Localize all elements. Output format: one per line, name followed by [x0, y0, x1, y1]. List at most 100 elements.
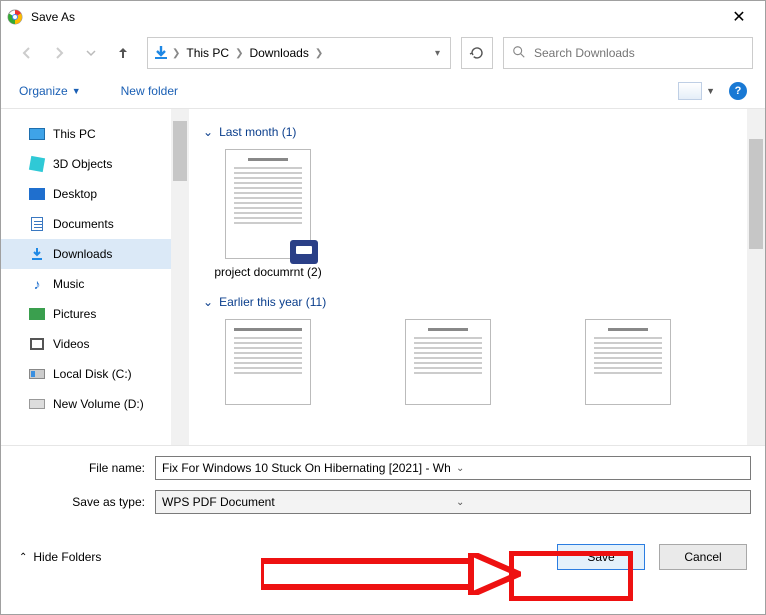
scrollbar-thumb[interactable] [749, 139, 763, 249]
view-mode-icon [678, 82, 702, 100]
chevron-down-icon: ⌄ [203, 295, 213, 309]
sidebar-item-label: Desktop [53, 187, 97, 201]
pictures-icon [29, 306, 45, 322]
new-folder-button[interactable]: New folder [121, 84, 178, 98]
title-bar: Save As ✕ [1, 1, 765, 33]
save-label: Save [587, 550, 614, 564]
save-button[interactable]: Save [557, 544, 645, 570]
save-as-type-field[interactable]: WPS PDF Document ⌄ [155, 490, 751, 514]
chevron-right-icon[interactable]: ❯ [172, 48, 180, 59]
sidebar-scrollbar[interactable] [171, 109, 189, 445]
help-button[interactable]: ? [729, 82, 747, 100]
sidebar-item-this-pc[interactable]: This PC [1, 119, 171, 149]
file-tile[interactable] [383, 319, 513, 411]
pc-icon [29, 126, 45, 142]
breadcrumb-dropdown-icon[interactable]: ▾ [429, 48, 446, 59]
chevron-down-icon: ▼ [706, 86, 715, 96]
group-earlier-this-year[interactable]: ⌄ Earlier this year (11) [203, 295, 733, 309]
organize-menu[interactable]: Organize ▼ [19, 84, 81, 98]
breadcrumb-this-pc[interactable]: This PC [180, 46, 235, 60]
search-icon [512, 45, 526, 62]
file-name-field[interactable]: Fix For Windows 10 Stuck On Hibernating … [155, 456, 751, 480]
nav-row: ❯ This PC ❯ Downloads ❯ ▾ [1, 33, 765, 73]
sidebar-item-label: 3D Objects [53, 157, 112, 171]
chevron-up-icon: ⌃ [19, 552, 27, 563]
up-button[interactable] [109, 39, 137, 67]
videos-icon [29, 336, 45, 352]
wps-badge-icon [290, 240, 318, 264]
sidebar-item-3d-objects[interactable]: 3D Objects [1, 149, 171, 179]
sidebar-item-local-disk[interactable]: Local Disk (C:) [1, 359, 171, 389]
file-name-value: Fix For Windows 10 Stuck On Hibernating … [162, 461, 450, 475]
forward-button[interactable] [45, 39, 73, 67]
sidebar-item-documents[interactable]: Documents [1, 209, 171, 239]
file-thumbnail [585, 319, 671, 405]
chevron-down-icon[interactable]: ⌄ [450, 497, 744, 508]
refresh-button[interactable] [461, 37, 493, 69]
chevron-right-icon[interactable]: ❯ [235, 48, 243, 59]
back-button[interactable] [13, 39, 41, 67]
save-as-type-value: WPS PDF Document [162, 495, 450, 509]
save-as-type-label: Save as type: [15, 495, 155, 509]
footer: ⌃ Hide Folders Save Cancel [1, 524, 765, 590]
file-tile[interactable] [203, 319, 333, 411]
sidebar-item-label: Pictures [53, 307, 96, 321]
hide-folders-label: Hide Folders [33, 550, 101, 564]
toolbar: Organize ▼ New folder ▼ ? [1, 73, 765, 109]
file-name: project documrnt (2) [203, 265, 333, 279]
window-title: Save As [31, 10, 719, 24]
form-area: File name: Fix For Windows 10 Stuck On H… [1, 445, 765, 514]
file-tile[interactable]: project documrnt (2) [203, 149, 333, 279]
sidebar-item-music[interactable]: ♪ Music [1, 269, 171, 299]
group-last-month[interactable]: ⌄ Last month (1) [203, 125, 733, 139]
disk-icon [29, 396, 45, 412]
file-tile[interactable] [563, 319, 693, 411]
desktop-icon [29, 186, 45, 202]
breadcrumb[interactable]: ❯ This PC ❯ Downloads ❯ ▾ [147, 37, 451, 69]
sidebar-item-downloads[interactable]: Downloads [1, 239, 171, 269]
sidebar-item-label: Documents [53, 217, 114, 231]
sidebar-item-pictures[interactable]: Pictures [1, 299, 171, 329]
sidebar-item-label: Videos [53, 337, 89, 351]
disk-icon [29, 366, 45, 382]
breadcrumb-downloads[interactable]: Downloads [243, 46, 314, 60]
sidebar-item-label: Local Disk (C:) [53, 367, 132, 381]
app-icon [7, 9, 23, 25]
cancel-label: Cancel [684, 550, 721, 564]
chevron-down-icon: ⌄ [203, 125, 213, 139]
chevron-down-icon: ▼ [72, 86, 81, 96]
close-button[interactable]: ✕ [719, 7, 759, 27]
organize-label: Organize [19, 84, 68, 98]
download-folder-icon [152, 44, 170, 62]
sidebar-item-videos[interactable]: Videos [1, 329, 171, 359]
sidebar-item-label: This PC [53, 127, 96, 141]
group-header-label: Earlier this year (11) [219, 295, 326, 309]
search-box[interactable] [503, 37, 753, 69]
documents-icon [29, 216, 45, 232]
chevron-down-icon[interactable]: ⌄ [450, 463, 744, 474]
sidebar-item-label: New Volume (D:) [53, 397, 144, 411]
chevron-right-icon[interactable]: ❯ [315, 48, 323, 59]
sidebar-item-desktop[interactable]: Desktop [1, 179, 171, 209]
group-header-label: Last month (1) [219, 125, 296, 139]
file-thumbnail [405, 319, 491, 405]
hide-folders-button[interactable]: ⌃ Hide Folders [19, 550, 101, 564]
view-menu[interactable]: ▼ [678, 82, 715, 100]
sidebar-item-label: Downloads [53, 247, 112, 261]
music-icon: ♪ [29, 276, 45, 292]
file-name-label: File name: [15, 461, 155, 475]
cube-icon [29, 156, 45, 172]
search-input[interactable] [534, 46, 744, 60]
scrollbar-thumb[interactable] [173, 121, 187, 181]
downloads-icon [29, 246, 45, 262]
file-list[interactable]: ⌄ Last month (1) project documrnt (2) ⌄ … [189, 109, 747, 445]
main-area: This PC 3D Objects Desktop Documents Dow… [1, 109, 765, 445]
cancel-button[interactable]: Cancel [659, 544, 747, 570]
sidebar-item-label: Music [53, 277, 84, 291]
file-thumbnail [225, 319, 311, 405]
file-thumbnail [225, 149, 311, 259]
sidebar: This PC 3D Objects Desktop Documents Dow… [1, 109, 171, 445]
content-scrollbar[interactable] [747, 109, 765, 445]
recent-dropdown[interactable] [77, 39, 105, 67]
sidebar-item-new-volume[interactable]: New Volume (D:) [1, 389, 171, 419]
